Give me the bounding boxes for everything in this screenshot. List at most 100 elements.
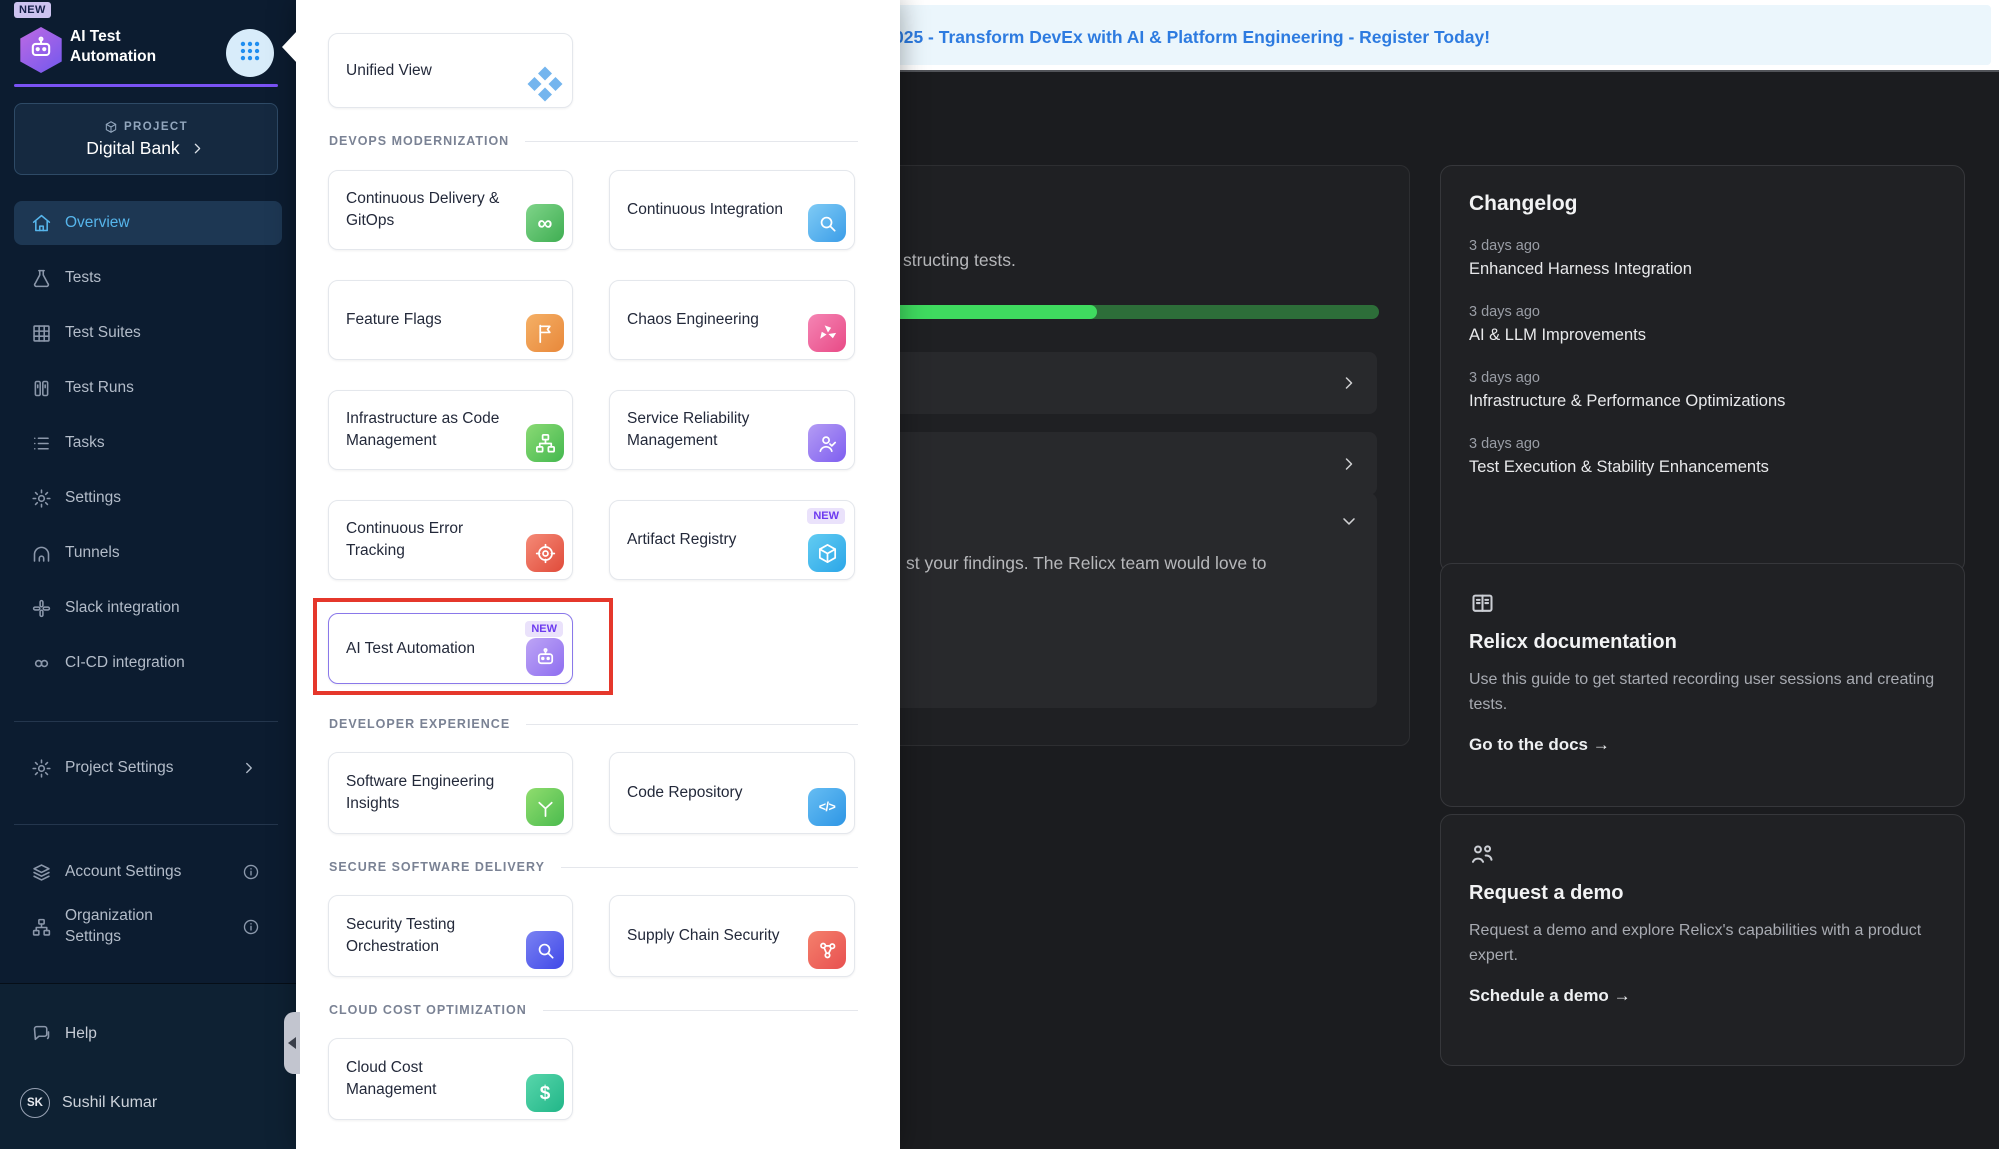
cube-icon	[808, 534, 846, 572]
project-name: Digital Bank	[86, 138, 179, 159]
module-card-continuous-error-tracking[interactable]: Continuous Error Tracking	[328, 500, 573, 580]
chevron-right-icon	[189, 140, 206, 157]
org-icon	[31, 917, 52, 938]
changelog-entry: 3 days agoTest Execution & Stability Enh…	[1469, 436, 1936, 477]
arrow-right-icon: →	[1593, 735, 1610, 754]
chevron-down-icon[interactable]	[1339, 511, 1359, 531]
sidebar-nav: Overview Tests Test Suites Test Runs Tasks Se…	[14, 201, 282, 696]
sidebar-item-tasks[interactable]: Tasks	[14, 421, 282, 465]
changelog-entry: 3 days agoEnhanced Harness Integration	[1469, 238, 1936, 279]
header-accent-rule	[14, 84, 278, 87]
sidebar-item-label: Tunnels	[65, 544, 120, 562]
flask-icon	[31, 268, 52, 289]
schedule-demo-link[interactable]: Schedule a demo →	[1469, 986, 1936, 1006]
documentation-card: Relicx documentation Use this guide to g…	[1440, 563, 1965, 807]
sidebar-item-tunnels[interactable]: Tunnels	[14, 531, 282, 575]
grid-dots-icon	[237, 38, 263, 69]
runs-icon	[31, 378, 52, 399]
layers-icon	[31, 862, 52, 883]
chevron-right-icon[interactable]	[1339, 373, 1359, 393]
module-grid-secure: Security Testing Orchestration Supply Cha…	[328, 895, 855, 977]
divider	[14, 721, 278, 722]
user-menu[interactable]: SK Sushil Kumar	[20, 1088, 157, 1118]
pinwheel-icon	[808, 314, 846, 352]
module-card-infrastructure-as-code-management[interactable]: Infrastructure as Code Management	[328, 390, 573, 470]
chevron-right-icon[interactable]	[1339, 454, 1359, 474]
gear-icon	[31, 758, 52, 779]
sidebar-item-slack-integration[interactable]: Slack integration	[14, 586, 282, 630]
code-icon: </>	[808, 788, 846, 826]
y-icon	[526, 788, 564, 826]
tasks-icon	[31, 433, 52, 454]
section-title: CLOUD COST OPTIMIZATION	[329, 1003, 527, 1017]
module-card-chaos-engineering[interactable]: Chaos Engineering	[609, 280, 855, 360]
sidebar: NEW AI Test Automation PROJECT Digital B…	[0, 0, 296, 1149]
home-icon	[31, 213, 52, 234]
changelog-entry: 3 days ago Infrastructure & Performance O…	[1469, 370, 1936, 411]
sidebar-item-account-settings[interactable]: Account Settings	[14, 850, 282, 894]
book-icon	[1469, 590, 1496, 617]
module-card-software-engineering-insights[interactable]: Software Engineering Insights	[328, 752, 573, 834]
sidebar-item-test-runs[interactable]: Test Runs	[14, 366, 282, 410]
people-icon	[1469, 841, 1496, 868]
documentation-description: Use this guide to get started recording …	[1469, 667, 1936, 718]
new-badge: NEW	[14, 2, 51, 18]
sidebar-item-label: Test Runs	[65, 379, 134, 397]
changelog-time: 3 days ago	[1469, 238, 1936, 254]
module-card-artifact-registry[interactable]: NEWArtifact Registry	[609, 500, 855, 580]
sidebar-item-tests[interactable]: Tests	[14, 256, 282, 300]
magnifier-icon	[808, 204, 846, 242]
module-card-service-reliability-management[interactable]: Service Reliability Management	[609, 390, 855, 470]
highlight-rectangle: NEW AI Test Automation	[313, 598, 613, 695]
user-name: Sushil Kumar	[62, 1094, 157, 1112]
module-card-supply-chain-security[interactable]: Supply Chain Security	[609, 895, 855, 977]
go-to-docs-link[interactable]: Go to the docs →	[1469, 735, 1936, 755]
changelog-text: AI & LLM Improvements	[1469, 326, 1936, 345]
sidebar-item-label: Tests	[65, 269, 101, 287]
arrow-right-icon: →	[1614, 986, 1631, 1005]
module-card-continuous-delivery-gitops[interactable]: Continuous Delivery & GitOps∞	[328, 170, 573, 250]
module-card-unified-view[interactable]: Unified View	[328, 33, 573, 108]
section-title: DEVOPS MODERNIZATION	[329, 134, 509, 148]
sidebar-collapse-handle[interactable]	[284, 1012, 300, 1074]
sidebar-footer: Help SK Sushil Kumar	[0, 983, 296, 1149]
app-switcher-popover: Unified View DEVOPS MODERNIZATION Contin…	[296, 0, 900, 1149]
section-title: DEVELOPER EXPERIENCE	[329, 717, 510, 731]
module-card-cloud-cost-management[interactable]: Cloud Cost Management$	[328, 1038, 573, 1120]
module-card-security-testing-orchestration[interactable]: Security Testing Orchestration	[328, 895, 573, 977]
sidebar-item-test-suites[interactable]: Test Suites	[14, 311, 282, 355]
app-switcher-button[interactable]	[226, 29, 274, 77]
changelog-time: 3 days ago	[1469, 370, 1936, 386]
tunnel-icon	[31, 543, 52, 564]
changelog-text: Infrastructure & Performance Optimizatio…	[1469, 392, 1936, 411]
sidebar-item-overview[interactable]: Overview	[14, 201, 282, 245]
sidebar-item-settings[interactable]: Settings	[14, 476, 282, 520]
changelog-text: Test Execution & Stability Enhancements	[1469, 458, 1936, 477]
module-card-continuous-integration[interactable]: Continuous Integration	[609, 170, 855, 250]
new-badge: NEW	[807, 508, 845, 524]
sidebar-item-label: Slack integration	[65, 599, 180, 617]
slack-icon	[31, 598, 52, 619]
magnifier-icon	[526, 931, 564, 969]
app-title: AI Test Automation	[70, 27, 210, 67]
project-selector[interactable]: PROJECT Digital Bank	[14, 103, 278, 175]
sidebar-item-label: Test Suites	[65, 324, 141, 342]
changelog-title: Changelog	[1469, 192, 1936, 216]
promo-banner-text[interactable]: 025 - Transform DevEx with AI & Platform…	[894, 5, 1490, 70]
changelog-entry: 3 days agoAI & LLM Improvements	[1469, 304, 1936, 345]
module-card-ai-test-automation[interactable]: NEW AI Test Automation	[328, 613, 573, 684]
intro-text: structing tests.	[903, 250, 1016, 271]
module-card-feature-flags[interactable]: Feature Flags	[328, 280, 573, 360]
app-root: 025 - Transform DevEx with AI & Platform…	[0, 0, 1999, 1149]
flag-icon	[526, 314, 564, 352]
help-button[interactable]: Help	[14, 1012, 282, 1056]
module-card-code-repository[interactable]: Code Repository</>	[609, 752, 855, 834]
orgchart-icon	[526, 424, 564, 462]
chat-help-icon	[31, 1024, 52, 1045]
person-check-icon	[808, 424, 846, 462]
sidebar-item-organization-settings[interactable]: Organization Settings	[14, 898, 282, 956]
sidebar-item-project-settings[interactable]: Project Settings	[14, 746, 282, 790]
sidebar-item-ci-cd-integration[interactable]: CI-CD integration	[14, 641, 282, 685]
module-grid-devex: Software Engineering Insights Code Reposi…	[328, 752, 855, 834]
new-badge: NEW	[525, 621, 563, 637]
